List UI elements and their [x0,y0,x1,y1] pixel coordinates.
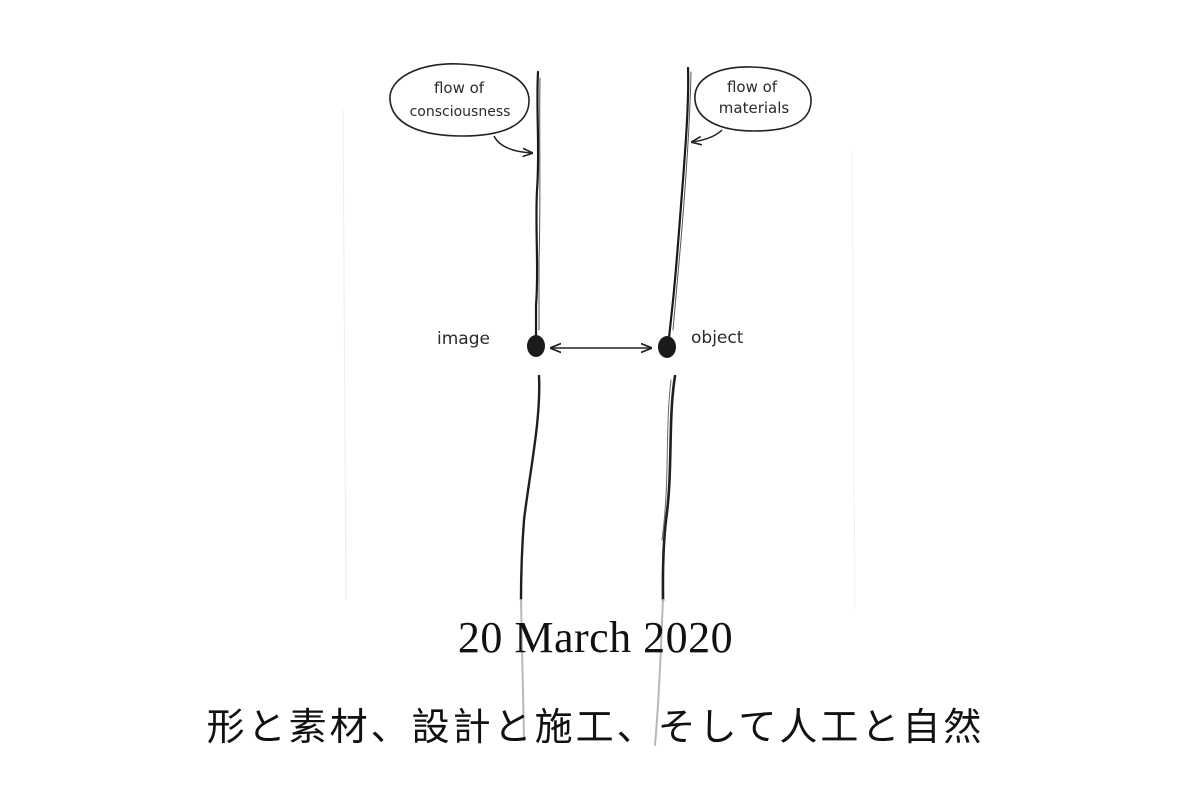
article-title: 形と素材、設計と施工、そして人工と自然 [206,705,985,749]
consciousness-bubble-pointer [493,135,532,153]
hand-drawn-diagram: flow of consciousness flow of materials … [342,63,856,746]
paper-crease [851,149,856,611]
object-label: object [691,328,744,348]
consciousness-bubble [389,63,530,137]
image-node [527,335,545,357]
image-label: image [437,329,490,349]
object-node [658,336,676,358]
materials-bubble-line-1: flow of [727,78,778,96]
consciousness-flow-line-shade [538,77,541,331]
date-heading: 20 March 2020 [457,613,734,662]
paper-crease [342,109,347,601]
materials-bubble-pointer [692,129,723,142]
consciousness-flow-line [534,70,540,340]
materials-flow-line [667,66,690,340]
lower-left-line [519,374,541,602]
consciousness-bubble-line-1: flow of [434,79,485,97]
materials-bubble-line-2: materials [719,99,790,117]
consciousness-bubble-line-2: consciousness [410,104,511,120]
